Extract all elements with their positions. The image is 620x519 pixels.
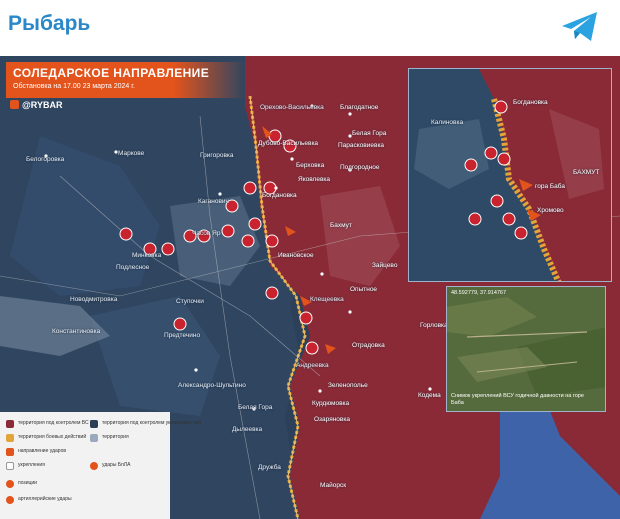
legend-swatch-ukrainian-control: [90, 420, 98, 428]
place-label: Маркове: [118, 150, 145, 157]
map-image: СОЛЕДАРСКОЕ НАПРАВЛЕНИЕ Обстановка на 17…: [0, 56, 620, 519]
inset-place-label: БАХМУТ: [573, 169, 600, 176]
legend-swatch-combat-zone: [6, 434, 14, 442]
place-label: Орехово-Васильевка: [260, 104, 324, 111]
inset-map-gora-baba: Калиновка Богдановка гора Баба Хромово Б…: [408, 68, 612, 282]
place-label: Опытное: [350, 286, 378, 293]
place-label: Ступочки: [176, 298, 204, 305]
legend-label: укрепления: [18, 462, 45, 468]
legend-label: территория боевых действий: [18, 434, 87, 440]
telegram-icon[interactable]: [560, 10, 600, 44]
legend-swatch-territory: [90, 434, 98, 442]
place-label: Часов Яр: [192, 230, 221, 237]
place-label: Яковлевка: [298, 176, 330, 183]
place-label: Григоровка: [200, 152, 234, 159]
place-label: Благодатное: [340, 104, 379, 111]
map-title-block: СОЛЕДАРСКОЕ НАПРАВЛЕНИЕ Обстановка на 17…: [6, 62, 246, 98]
place-label: Дубово-Васильевка: [258, 140, 319, 147]
place-label: Белогоровка: [26, 156, 65, 163]
legend-label: артиллерийские удары: [18, 496, 72, 502]
place-label: Майорск: [320, 482, 347, 489]
legend-label: направление ударов: [18, 448, 67, 454]
place-label: Горловка: [420, 322, 448, 329]
place-label: Подгородное: [340, 164, 380, 171]
place-label: Белая Гора: [352, 130, 387, 137]
inset-place-label: Богдановка: [513, 99, 548, 106]
place-label: Бахмут: [330, 222, 352, 229]
legend-label: территория под контролем украинских сил: [102, 420, 202, 426]
place-label: Предтечино: [164, 332, 201, 339]
channel-header: Рыбарь: [0, 0, 620, 52]
map-legend: территория под контролем ВС РФ территори…: [0, 412, 201, 519]
inset-satellite-image: 48.592779, 37.914767 Снимок укреплений В…: [446, 286, 606, 412]
legend-label: территория: [102, 434, 129, 440]
place-label: Клещеевка: [310, 296, 344, 303]
place-label: Александро-Шультино: [178, 382, 246, 389]
place-label: Минковка: [132, 252, 162, 259]
place-label: Отрадовка: [352, 342, 385, 349]
rybar-logo-icon: [10, 100, 19, 109]
place-label: Ивановское: [278, 252, 314, 259]
place-label: Парасковиевка: [338, 142, 385, 149]
place-label: Озаряновка: [314, 416, 350, 423]
place-label: Дружба: [258, 464, 281, 471]
inset-place-label: Калиновка: [431, 119, 464, 126]
legend-swatch-positions: [6, 480, 14, 488]
brand-text: @RYBAR: [22, 100, 63, 110]
channel-name[interactable]: Рыбарь: [8, 12, 90, 36]
place-label: Зайцево: [372, 262, 398, 269]
map-subtitle: Обстановка на 17.00 23 марта 2024 г.: [13, 83, 135, 90]
map-title: СОЛЕДАРСКОЕ НАПРАВЛЕНИЕ: [13, 66, 210, 80]
place-label: Берховка: [296, 162, 325, 169]
brand-label: @RYBAR: [10, 100, 62, 110]
legend-swatch-artillery: [6, 496, 14, 504]
place-label: Дылеевка: [232, 426, 263, 433]
inset-place-label: Хромово: [537, 207, 564, 214]
satellite-coords: 48.592779, 37.914767: [451, 290, 507, 296]
place-label: Курдюмовка: [312, 400, 350, 407]
legend-swatch-fortifications: [6, 462, 14, 470]
legend-swatch-drone-strikes: [90, 462, 98, 470]
place-label: Каганович: [198, 198, 229, 205]
place-label: Константиновка: [52, 328, 101, 335]
place-label: Зеленополье: [328, 382, 368, 389]
legend-label: территория под контролем ВС РФ: [18, 420, 98, 426]
legend-swatch-russian-control: [6, 420, 14, 428]
inset-place-label: гора Баба: [535, 183, 565, 190]
place-label: Новодмитровка: [70, 296, 118, 303]
place-label: Кодема: [418, 392, 441, 399]
place-label: Подлесное: [116, 264, 150, 271]
legend-label: удары БпЛА: [102, 462, 131, 468]
legend-label: позиции: [18, 480, 37, 486]
legend-swatch-strike-direction: [6, 448, 14, 456]
place-label: Богдановка: [262, 192, 297, 199]
place-label: Андреевка: [296, 362, 329, 369]
satellite-caption: Снимок укреплений ВСУ годичной давности …: [451, 393, 584, 406]
place-label: Белая Гора: [238, 404, 273, 411]
